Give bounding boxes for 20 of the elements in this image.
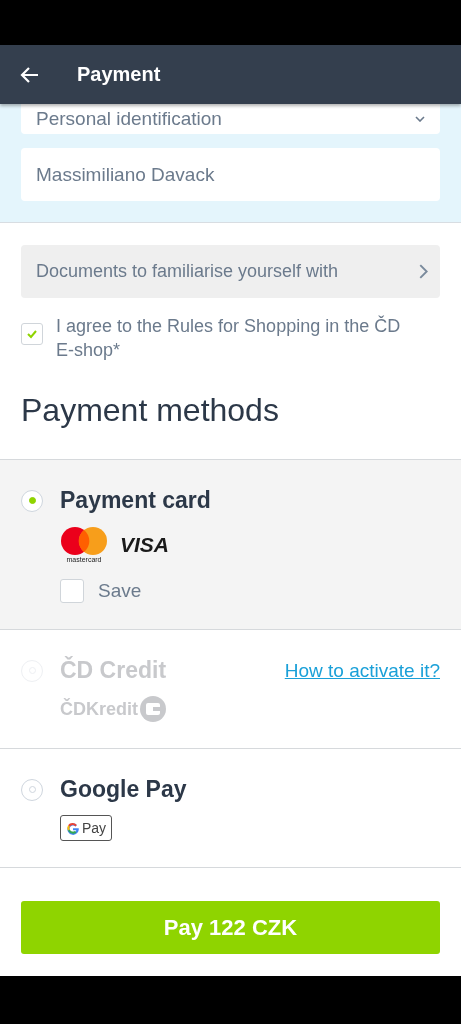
screen-title: Payment bbox=[77, 63, 161, 86]
agreement-text: I agree to the Rules for Shopping in the ČD E-shop* bbox=[56, 314, 402, 362]
id-type-select[interactable]: Personal identification bbox=[21, 104, 440, 134]
save-checkbox[interactable] bbox=[60, 579, 84, 603]
radio-button[interactable] bbox=[21, 489, 43, 512]
method-name: Payment card bbox=[60, 487, 211, 514]
name-field[interactable]: Massimiliano Davack bbox=[21, 148, 440, 201]
method-name: Google Pay bbox=[60, 776, 187, 803]
google-pay-logo: Pay bbox=[60, 815, 113, 841]
documents-link[interactable]: Documents to familiarise yourself with bbox=[21, 245, 440, 298]
radio-button[interactable] bbox=[21, 778, 43, 801]
section-heading: Payment methods bbox=[21, 392, 280, 429]
chevron-down-icon bbox=[415, 116, 425, 122]
visa-logo: VISA bbox=[120, 532, 169, 557]
save-label: Save bbox=[98, 580, 142, 602]
check-icon bbox=[26, 329, 38, 339]
chevron-right-icon bbox=[419, 264, 428, 279]
payment-method[interactable]: Google Pay Pay bbox=[0, 748, 461, 867]
back-arrow-icon[interactable] bbox=[20, 64, 40, 85]
agree-checkbox[interactable] bbox=[21, 323, 43, 345]
